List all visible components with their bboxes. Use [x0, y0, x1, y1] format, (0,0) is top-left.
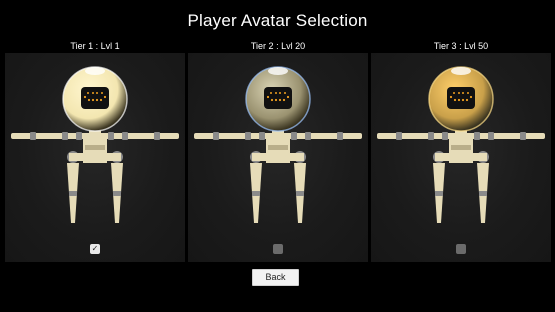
face-mouth-dot — [91, 98, 95, 102]
arm-joint — [337, 132, 343, 140]
face-mouth-dot — [461, 98, 465, 102]
arm-joint — [488, 132, 494, 140]
arm-joint — [428, 132, 434, 140]
page-title: Player Avatar Selection — [187, 11, 368, 30]
tier-3-avatar — [377, 66, 545, 223]
arm-joint — [108, 132, 114, 140]
face-eye-dot — [101, 92, 103, 94]
face-mouth-dot — [83, 95, 87, 99]
face-mouth-dot — [270, 98, 274, 102]
arm-joint — [154, 132, 160, 140]
face-mouth-dot — [87, 98, 91, 102]
face-eye-dot — [279, 92, 281, 94]
knee-joint — [252, 191, 260, 196]
knee-joint — [113, 191, 121, 196]
face-eye-dot — [87, 92, 89, 94]
helmet-highlight — [85, 67, 105, 75]
tier-1-card[interactable]: ✓ — [5, 53, 185, 262]
arm-joint — [474, 132, 480, 140]
arm-joint — [62, 132, 68, 140]
torso-band — [85, 145, 105, 150]
face-mouth-dot — [274, 98, 278, 102]
face-eye-dot — [92, 92, 94, 94]
arm-joint — [305, 132, 311, 140]
helmet-highlight — [268, 67, 288, 75]
tier-2-select-checkbox[interactable] — [273, 244, 283, 254]
tier-1-avatar — [11, 66, 179, 223]
checkmark-icon: ✓ — [91, 244, 99, 253]
arm-joint — [259, 132, 265, 140]
arm-joint — [245, 132, 251, 140]
knee-joint — [296, 191, 304, 196]
hip-bar — [252, 153, 304, 161]
arm-joint — [520, 132, 526, 140]
face-mouth-dot — [266, 95, 270, 99]
arm-joint — [76, 132, 82, 140]
tier-3-card[interactable] — [371, 53, 551, 262]
face-mouth-dot — [95, 98, 99, 102]
hip-bar — [435, 153, 487, 161]
face-mouth-dot — [103, 95, 107, 99]
face-mouth-dot — [278, 98, 282, 102]
face-eye-dot — [96, 92, 98, 94]
checkmark-icon — [273, 244, 283, 254]
face-eye-dot — [467, 92, 469, 94]
face-eye-dot — [453, 92, 455, 94]
hip-bar — [69, 153, 121, 161]
checkmark-icon — [456, 244, 466, 254]
face-eye-dot — [284, 92, 286, 94]
tier-1-label: Tier 1 : Lvl 1 — [70, 41, 120, 51]
face-mouth-dot — [469, 95, 473, 99]
arm-joint — [396, 132, 402, 140]
face-mouth-dot — [286, 95, 290, 99]
arm-joint — [213, 132, 219, 140]
face-eye-dot — [462, 92, 464, 94]
knee-joint — [69, 191, 77, 196]
torso-band — [268, 145, 288, 150]
face-mouth-dot — [99, 98, 103, 102]
avatar-selection-screen: Player Avatar Selection Tier 1 : Lvl 1 ✓… — [0, 0, 555, 312]
tier-3-label: Tier 3 : Lvl 50 — [433, 41, 489, 51]
face-mouth-dot — [453, 98, 457, 102]
face-mouth-dot — [465, 98, 469, 102]
tier-1-select-checkbox[interactable]: ✓ — [90, 244, 100, 254]
face-mouth-dot — [282, 98, 286, 102]
face-mouth-dot — [449, 95, 453, 99]
knee-joint — [435, 191, 443, 196]
arm-joint — [442, 132, 448, 140]
tier-2-label: Tier 2 : Lvl 20 — [250, 41, 306, 51]
back-button[interactable]: Back — [252, 269, 299, 286]
arm-joint — [122, 132, 128, 140]
helmet-highlight — [451, 67, 471, 75]
face-eye-dot — [275, 92, 277, 94]
knee-joint — [479, 191, 487, 196]
tier-2-card[interactable] — [188, 53, 368, 262]
arm-joint — [291, 132, 297, 140]
face-eye-dot — [458, 92, 460, 94]
arm-joint — [30, 132, 36, 140]
torso-band — [451, 145, 471, 150]
tier-2-avatar — [194, 66, 362, 223]
face-eye-dot — [270, 92, 272, 94]
tier-3-select-checkbox[interactable] — [456, 244, 466, 254]
face-mouth-dot — [457, 98, 461, 102]
